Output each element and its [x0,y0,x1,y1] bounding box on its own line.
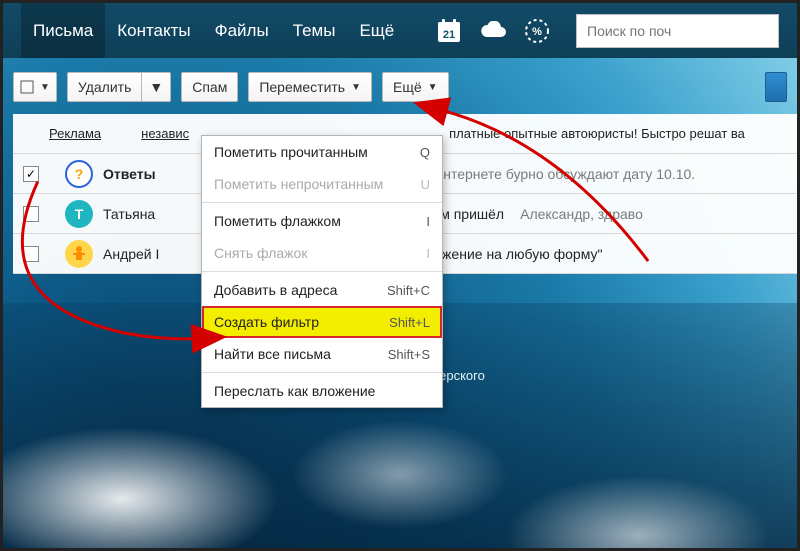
right-blue-button[interactable] [765,72,787,102]
menu-item-label: Добавить в адреса [214,282,337,298]
more-button[interactable]: Ещё ▼ [382,72,449,102]
move-button[interactable]: Переместить ▼ [248,72,372,102]
menu-item[interactable]: Создать фильтр Shift+L [202,306,442,338]
checkbox-empty-icon [20,80,34,94]
toolbar: ▼ Удалить ▼ Спам Переместить ▼ Ещё ▼ [13,72,787,102]
chevron-down-icon: ▼ [351,82,361,93]
search-box[interactable] [576,14,779,48]
calendar-day: 21 [443,29,455,41]
menu-item-label: Переслать как вложение [214,383,375,399]
menu-item-shortcut: I [426,246,430,261]
mail-checkbox[interactable] [23,206,39,222]
menu-item-label: Найти все письма [214,346,331,362]
ad-text: платные опытные автоюристы! Быстро решат… [449,126,745,141]
ad-label: Реклама [49,126,101,141]
more-dropdown-menu: Пометить прочитанным Q Пометить непрочитан… [201,135,443,408]
menu-item-label: Пометить флажком [214,213,341,229]
menu-item[interactable]: Пометить прочитанным Q [202,136,442,168]
menu-separator [202,372,442,373]
toolbar-right [765,72,787,102]
mail-checkbox[interactable] [23,246,39,262]
chevron-down-icon: ▼ [149,79,163,95]
promo-icon[interactable]: % [522,16,552,46]
delete-button[interactable]: Удалить [67,72,142,102]
menu-item-shortcut: Shift+C [387,283,430,298]
top-nav: Письма Контакты Файлы Темы Ещё 21 % [3,3,797,58]
cloud-icon[interactable] [478,16,508,46]
avatar: ? [65,160,93,188]
chevron-down-icon: ▼ [428,82,438,93]
menu-item-shortcut: U [421,177,430,192]
delete-split-button: Удалить ▼ [67,72,171,102]
nav-tab-contacts[interactable]: Контакты [105,3,202,58]
menu-item-label: Пометить непрочитанным [214,176,383,192]
nav-tab-files[interactable]: Файлы [203,3,281,58]
select-all-button[interactable]: ▼ [13,72,57,102]
nav-tab-more[interactable]: Ещё [347,3,406,58]
search-input[interactable] [587,23,768,39]
spam-button[interactable]: Спам [181,72,238,102]
menu-item-label: Снять флажок [214,245,307,261]
mail-preview: В интернете бурно обсуждают дату 10.10. [422,166,695,182]
menu-item-shortcut: Q [420,145,430,160]
svg-text:%: % [532,26,542,38]
menu-separator [202,271,442,272]
move-button-label: Переместить [259,79,345,95]
delete-dropdown-button[interactable]: ▼ [142,72,171,102]
calendar-icon[interactable]: 21 [434,16,464,46]
mail-checkbox[interactable]: ✓ [23,166,39,182]
nav-tab-themes[interactable]: Темы [281,3,348,58]
mail-sender: Татьяна [103,206,155,222]
menu-item[interactable]: Переслать как вложение [202,375,442,407]
menu-item: Снять флажок I [202,237,442,269]
mail-sender: Андрей I [103,246,159,262]
mail-preview: Александр, здраво [520,206,643,222]
menu-separator [202,202,442,203]
chevron-down-icon: ▼ [40,82,50,93]
menu-item-shortcut: Shift+S [388,347,430,362]
avatar: T [65,200,93,228]
menu-item: Пометить непрочитанным U [202,168,442,200]
menu-item-label: Создать фильтр [214,314,319,330]
more-button-label: Ещё [393,79,422,95]
menu-item-shortcut: I [426,214,430,229]
nav-tab-mail[interactable]: Письма [21,3,105,58]
menu-item-label: Пометить прочитанным [214,144,368,160]
menu-item[interactable]: Пометить флажком I [202,205,442,237]
ad-link[interactable]: независ [141,126,189,141]
menu-item[interactable]: Найти все письма Shift+S [202,338,442,370]
avatar [65,240,93,268]
menu-item[interactable]: Добавить в адреса Shift+C [202,274,442,306]
mail-sender: Ответы [103,166,156,182]
app-frame: Письма Контакты Файлы Темы Ещё 21 % ▼ Уд… [0,0,800,551]
menu-item-shortcut: Shift+L [389,315,430,330]
